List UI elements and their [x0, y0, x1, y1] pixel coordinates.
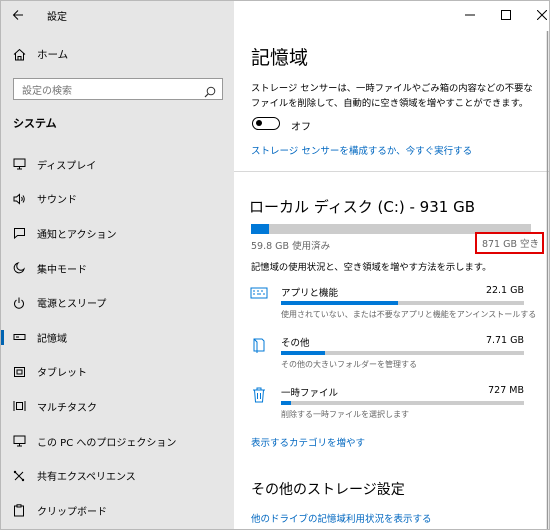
sidebar-item-label: ディスプレイ [37, 160, 97, 172]
category-size: 727 MB [488, 385, 524, 396]
search-icon[interactable] [204, 83, 216, 102]
sidebar-item-power[interactable]: 電源とスリープ [1, 285, 234, 320]
sidebar-item-label: 通知とアクション [37, 229, 117, 241]
notification-icon [1, 227, 37, 240]
tablet-icon [1, 366, 37, 378]
usage-explanation: 記憶域の使用状況と、空き領域を増やす方法を示します。 [251, 262, 492, 273]
settings-window: 設定 ホーム システム ディスプレイ サウンド [0, 0, 550, 530]
toggle-knob [256, 120, 262, 126]
search-box[interactable] [13, 78, 223, 102]
close-button[interactable] [524, 1, 549, 29]
sidebar-item-label: 共有エクスペリエンス [37, 472, 136, 484]
category-size: 22.1 GB [485, 285, 524, 296]
divider [234, 171, 549, 172]
sidebar-item-label: 記憶域 [37, 333, 67, 345]
minimize-button[interactable] [452, 1, 488, 29]
category-name: 一時ファイル [281, 388, 339, 399]
storage-sense-toggle[interactable] [252, 117, 280, 130]
sidebar-item-label: サウンド [37, 195, 77, 207]
folder-icon [248, 337, 270, 353]
projection-icon [1, 435, 37, 447]
trash-icon [248, 387, 270, 403]
sidebar-item-shared[interactable]: 共有エクスペリエンス [1, 458, 234, 493]
home-icon [1, 48, 37, 61]
storage-sense-description: ストレージ センサーは、一時ファイルやごみ箱の内容などの不要なファイルを削除して… [251, 83, 533, 109]
sidebar-item-focus[interactable]: 集中モード [1, 251, 234, 286]
main-content: 記憶域 ストレージ センサーは、一時ファイルやごみ箱の内容などの不要なファイルを… [234, 1, 549, 529]
toggle-label: オフ [291, 122, 311, 133]
scrollbar[interactable] [546, 31, 549, 529]
category-bar-fill [281, 351, 325, 355]
category-name: その他 [281, 338, 310, 349]
close-icon [537, 10, 547, 20]
category-apps[interactable]: アプリと機能 22.1 GB 使用されていない、または不要なアプリと機能をアンイ… [248, 285, 538, 325]
used-space-label: 59.8 GB 使用済み [251, 241, 331, 252]
drive-usage-fill [251, 224, 269, 234]
other-drives-usage-link[interactable]: 他のドライブの記憶域利用状況を表示する [251, 511, 432, 525]
home-label: ホーム [37, 48, 69, 61]
sidebar-item-notifications[interactable]: 通知とアクション [1, 216, 234, 251]
monitor-icon [1, 158, 37, 170]
category-description: その他の大きいフォルダーを管理する [281, 360, 417, 369]
sidebar-item-label: マルチタスク [37, 402, 97, 414]
maximize-button[interactable] [488, 1, 524, 29]
sidebar-nav: ディスプレイ サウンド 通知とアクション 集中モード 電源とスリープ 記憶域 タ… [1, 147, 234, 528]
category-description: 削除する一時ファイルを選択します [281, 410, 409, 419]
sidebar-item-projection[interactable]: この PC へのプロジェクション [1, 424, 234, 459]
search-input[interactable] [14, 81, 196, 102]
section-heading: システム [13, 117, 57, 130]
show-more-categories-link[interactable]: 表示するカテゴリを増やす [251, 435, 365, 449]
back-button[interactable] [7, 4, 29, 26]
title-bar-left: 設定 [1, 1, 234, 29]
home-nav-item[interactable]: ホーム [1, 41, 234, 67]
speaker-icon [1, 193, 37, 205]
sidebar-item-label: 電源とスリープ [37, 299, 107, 311]
back-arrow-icon [12, 10, 23, 20]
category-bar [281, 351, 524, 355]
sidebar-item-storage[interactable]: 記憶域 [1, 320, 234, 355]
sidebar-item-label: クリップボード [37, 506, 107, 518]
category-description: 使用されていない、または不要なアプリと機能をアンインストールする [281, 310, 537, 319]
storage-icon [1, 332, 37, 342]
sidebar: 設定 ホーム システム ディスプレイ サウンド [1, 1, 234, 529]
minimize-icon [465, 14, 475, 16]
sidebar-item-sound[interactable]: サウンド [1, 182, 234, 217]
sidebar-item-label: 集中モード [37, 264, 87, 276]
clipboard-icon [1, 504, 37, 517]
category-name: アプリと機能 [281, 288, 339, 299]
category-bar-fill [281, 401, 291, 405]
power-icon [1, 297, 37, 309]
app-title: 設定 [47, 12, 67, 23]
other-storage-settings-heading: その他のストレージ設定 [251, 482, 405, 498]
category-temp-files[interactable]: 一時ファイル 727 MB 削除する一時ファイルを選択します [248, 385, 538, 425]
sidebar-item-label: この PC へのプロジェクション [37, 437, 177, 449]
category-bar [281, 401, 524, 405]
category-bar-fill [281, 301, 398, 305]
category-size: 7.71 GB [485, 335, 524, 346]
share-icon [1, 470, 37, 482]
drive-title: ローカル ディスク (C:) - 931 GB [249, 198, 475, 216]
sidebar-item-display[interactable]: ディスプレイ [1, 147, 234, 182]
category-other[interactable]: その他 7.71 GB その他の大きいフォルダーを管理する [248, 335, 538, 375]
configure-storage-sense-link[interactable]: ストレージ センサーを構成するか、今すぐ実行する [251, 143, 472, 157]
keyboard-icon [248, 287, 270, 299]
multitask-icon [1, 400, 37, 412]
free-space-label: 871 GB 空き [474, 232, 544, 254]
maximize-icon [501, 10, 511, 20]
moon-icon [1, 262, 37, 274]
sidebar-item-label: タブレット [37, 368, 87, 380]
category-bar [281, 301, 524, 305]
sidebar-item-clipboard[interactable]: クリップボード [1, 493, 234, 528]
sidebar-item-multitask[interactable]: マルチタスク [1, 389, 234, 424]
sidebar-item-tablet[interactable]: タブレット [1, 355, 234, 390]
page-title: 記憶域 [251, 47, 309, 69]
